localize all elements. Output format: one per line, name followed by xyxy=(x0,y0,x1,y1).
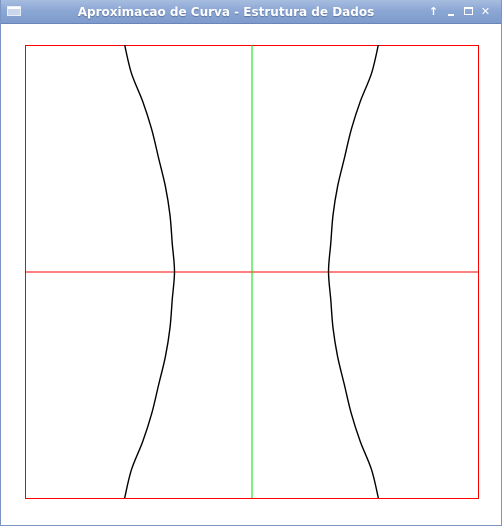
title-bar[interactable]: Aproximacao de Curva - Estrutura de Dado… xyxy=(1,0,501,24)
drawing-canvas xyxy=(1,24,501,525)
window-menu-icon[interactable] xyxy=(7,6,21,16)
minimize-icon[interactable] xyxy=(445,5,458,18)
maximize-icon[interactable] xyxy=(462,5,475,18)
app-window: Aproximacao de Curva - Estrutura de Dado… xyxy=(0,0,502,526)
arrow-up-icon[interactable]: ↑ xyxy=(427,5,440,18)
curve-plot xyxy=(25,44,479,499)
close-icon[interactable]: ✕ xyxy=(479,5,492,18)
window-title: Aproximacao de Curva - Estrutura de Dado… xyxy=(77,5,375,19)
